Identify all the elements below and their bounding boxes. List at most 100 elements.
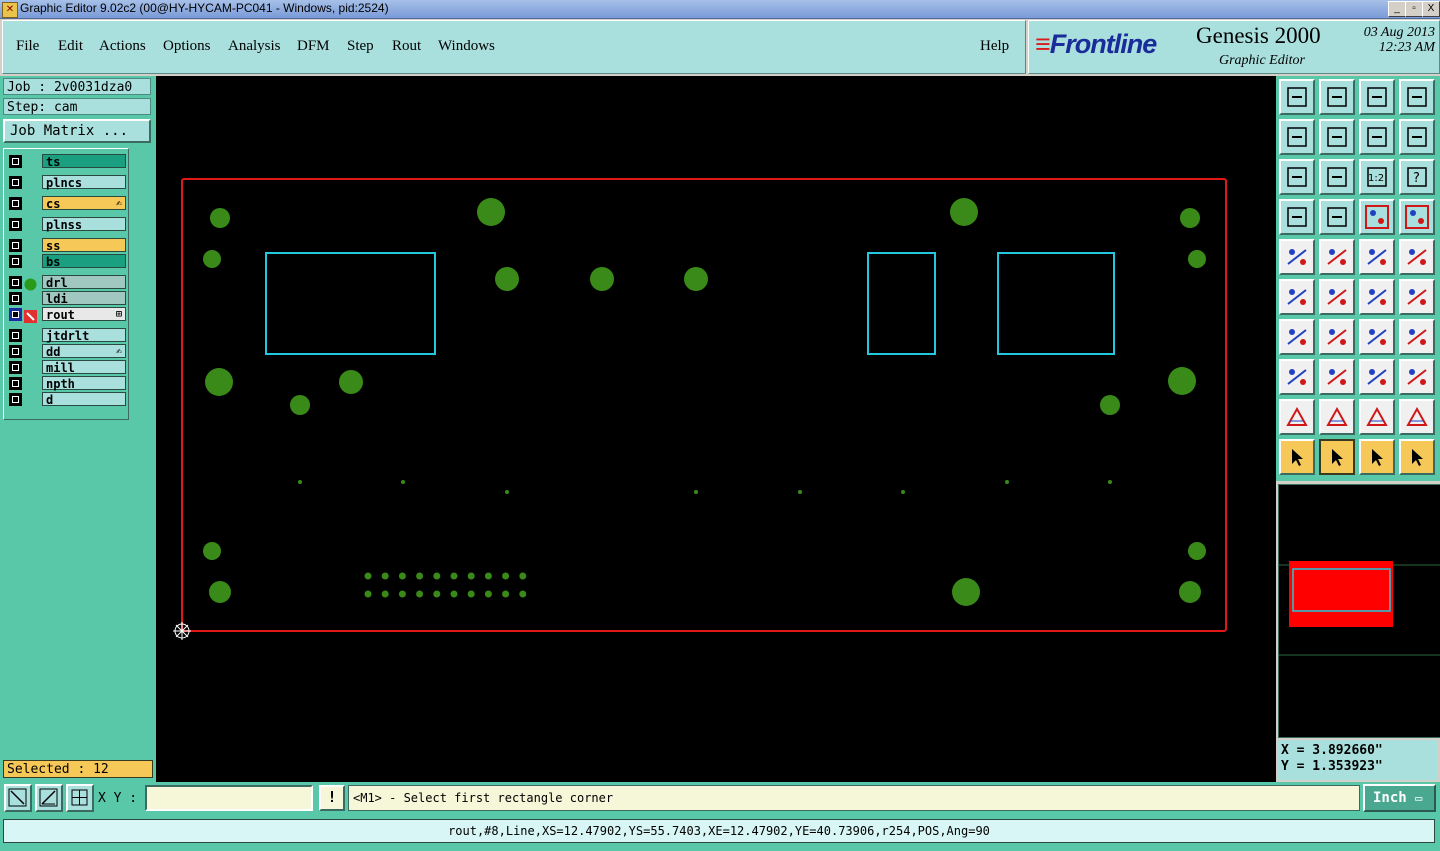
menu-rout[interactable]: Rout [392, 38, 421, 55]
menu-actions[interactable]: Actions [99, 38, 146, 55]
layer-row-plncs[interactable]: plncs [8, 175, 126, 190]
menu-step[interactable]: Step [347, 38, 374, 55]
group-button[interactable] [1399, 359, 1435, 395]
pointer-boxed-button[interactable] [1319, 439, 1355, 475]
grid-button[interactable] [1319, 199, 1355, 235]
pad [364, 590, 372, 598]
layer-compare-button[interactable] [1359, 199, 1395, 235]
menu-analysis[interactable]: Analysis [228, 38, 281, 55]
layer-compare-icon [1365, 205, 1389, 229]
pad [684, 267, 708, 291]
pointer-button[interactable] [1279, 439, 1315, 475]
delete-node-button[interactable] [1319, 279, 1355, 315]
unit-selector[interactable]: Inch ▭ [1363, 784, 1436, 812]
layer-checkbox[interactable] [9, 329, 22, 342]
line-button[interactable] [1319, 319, 1355, 355]
add-node-button[interactable] [1399, 279, 1435, 315]
layer-row-ts[interactable]: ts [8, 154, 126, 169]
split-view-button[interactable] [1399, 79, 1435, 115]
route-button[interactable] [1399, 439, 1435, 475]
triangle-flip-button[interactable] [1399, 399, 1435, 435]
pointer-orange-button[interactable] [1359, 439, 1395, 475]
measure-tool-button[interactable] [35, 784, 63, 812]
layer-row-cs[interactable]: cs ✍ [8, 196, 126, 211]
layer-checkbox[interactable] [9, 239, 22, 252]
snap-tool-button[interactable] [4, 784, 32, 812]
pad [502, 590, 510, 598]
layer-row-rout[interactable]: rout ⊞ [8, 307, 126, 323]
pan-right-button[interactable] [1319, 119, 1355, 155]
layer-checkbox[interactable] [9, 218, 22, 231]
select-box-button[interactable] [1399, 239, 1435, 275]
layer-checkbox[interactable] [9, 197, 22, 210]
line-angle-button[interactable] [1279, 319, 1315, 355]
layer-checkbox[interactable] [9, 308, 22, 321]
grid-tool-button[interactable] [66, 784, 94, 812]
settings-button[interactable] [1279, 199, 1315, 235]
ruler-button[interactable] [1359, 239, 1395, 275]
layer-row-ldi[interactable]: ldi [8, 291, 126, 306]
triangle-button[interactable] [1279, 399, 1315, 435]
layer-checkbox[interactable] [9, 345, 22, 358]
zoom-home-button[interactable] [1319, 159, 1355, 195]
layer-checkbox[interactable] [9, 255, 22, 268]
layer-name: cs ✍ [42, 196, 126, 211]
menu-help[interactable]: Help [980, 38, 1009, 55]
triangle-a-button[interactable] [1359, 399, 1395, 435]
layer-row-drl[interactable]: drl [8, 275, 126, 291]
close-button[interactable]: X [1422, 1, 1440, 17]
draw-outline-icon [1327, 249, 1347, 265]
menu-windows[interactable]: Windows [438, 38, 495, 55]
resize-button[interactable] [1359, 359, 1395, 395]
home-button[interactable] [1359, 79, 1395, 115]
menu-edit[interactable]: Edit [58, 38, 83, 55]
layer-row-d[interactable]: d [8, 392, 126, 407]
layer-checkbox[interactable] [9, 377, 22, 390]
job-matrix-button[interactable]: Job Matrix ... [3, 119, 151, 143]
layer-checkbox[interactable] [9, 176, 22, 189]
origin-marker-icon [173, 622, 191, 640]
layer-row-npth[interactable]: npth [8, 376, 126, 391]
pad [209, 581, 231, 603]
zoom-fit-button[interactable] [1279, 159, 1315, 195]
layer-row-ss[interactable]: ss [8, 238, 126, 253]
connect-nodes-button[interactable] [1279, 279, 1315, 315]
split-line-button[interactable] [1319, 359, 1355, 395]
menu-options[interactable]: Options [163, 38, 211, 55]
graphic-canvas[interactable] [156, 76, 1276, 782]
maximize-button[interactable]: ▫ [1405, 1, 1423, 17]
point-button[interactable] [1279, 359, 1315, 395]
help-button[interactable]: ? [1399, 159, 1435, 195]
arc-button[interactable] [1359, 319, 1395, 355]
point-icon [1287, 369, 1307, 385]
draw-outline-button[interactable] [1319, 239, 1355, 275]
overview-window[interactable] [1278, 484, 1440, 738]
triangle-up-button[interactable] [1319, 399, 1355, 435]
pan-left-button[interactable] [1279, 119, 1315, 155]
layer-list: ts plncs cs ✍ plnss ss bs drl ldi rout ⊞ jtdrlt dd ✍ m… [3, 148, 129, 420]
home-top-button[interactable] [1279, 79, 1315, 115]
minimize-button[interactable]: _ [1388, 1, 1406, 17]
parallel-button[interactable] [1399, 319, 1435, 355]
layer-row-bs[interactable]: bs [8, 254, 126, 269]
layer-checkbox[interactable] [9, 361, 22, 374]
layer-row-jtdrlt[interactable]: jtdrlt [8, 328, 126, 343]
layer-row-dd[interactable]: dd ✍ [8, 344, 126, 359]
layer-checkbox[interactable] [9, 292, 22, 305]
exclamation-button[interactable]: ! [319, 785, 345, 811]
layer-swap-button[interactable] [1399, 199, 1435, 235]
layer-row-plnss[interactable]: plnss [8, 217, 126, 232]
menu-dfm[interactable]: DFM [297, 38, 330, 55]
move-node-button[interactable] [1359, 279, 1395, 315]
layer-checkbox[interactable] [9, 276, 22, 289]
xy-input[interactable] [145, 785, 313, 811]
layer-checkbox[interactable] [9, 393, 22, 406]
redraw-button[interactable] [1359, 119, 1395, 155]
home-bottom-button[interactable] [1319, 79, 1355, 115]
layer-row-mill[interactable]: mill [8, 360, 126, 375]
select-feature-button[interactable] [1279, 239, 1315, 275]
menu-file[interactable]: File [16, 38, 39, 55]
layer-checkbox[interactable] [9, 155, 22, 168]
snake-button[interactable] [1399, 119, 1435, 155]
scale-1-2-button[interactable]: 1:2 [1359, 159, 1395, 195]
